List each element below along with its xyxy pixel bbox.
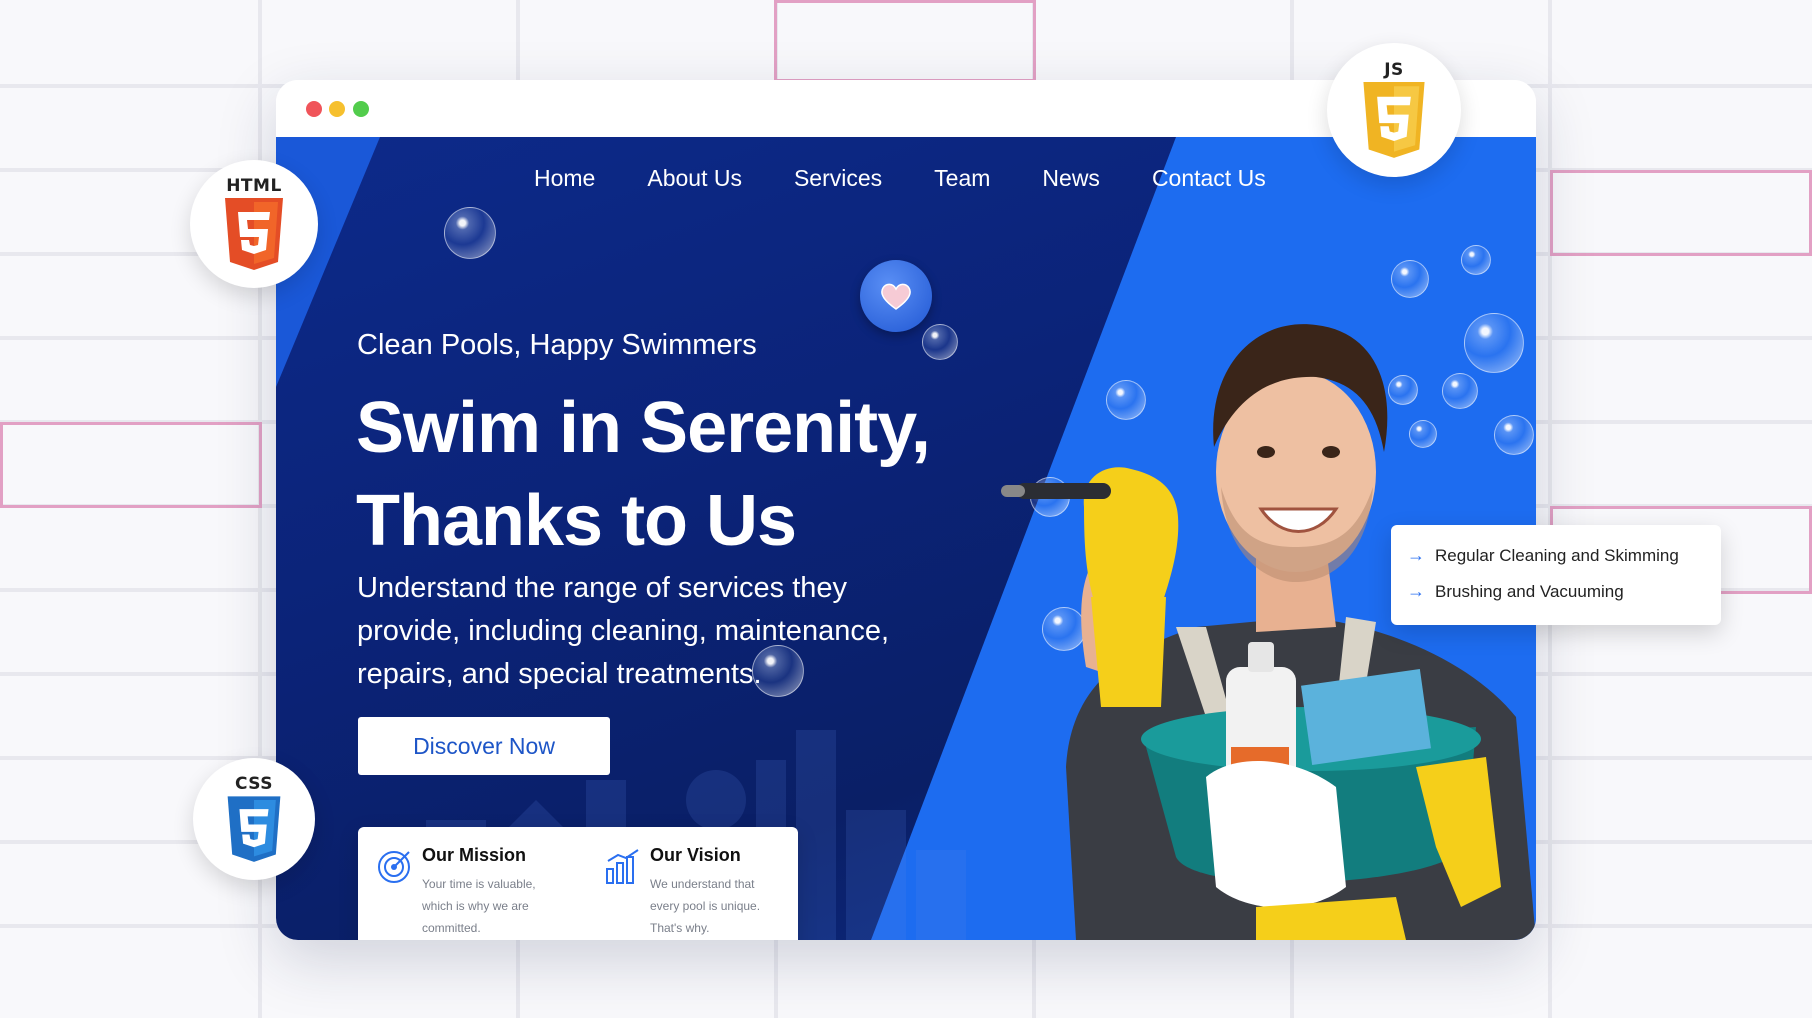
- mission-text: Your time is valuable, which is why we a…: [422, 877, 536, 935]
- mission-vision-card: Our Mission Your time is valuable, which…: [358, 827, 798, 940]
- discover-now-button[interactable]: Discover Now: [358, 717, 610, 775]
- feature-label: Brushing and Vacuuming: [1435, 581, 1624, 601]
- nav-link-news[interactable]: News: [1042, 165, 1100, 192]
- nav-link-home[interactable]: Home: [534, 165, 595, 192]
- services-list-card: → Regular Cleaning and Skimming → Brushi…: [1391, 525, 1721, 625]
- css3-badge: CSS: [193, 758, 315, 880]
- hero-section: Home About Us Services Team News Contact…: [276, 137, 1536, 940]
- target-icon: [378, 851, 410, 883]
- canvas: Home About Us Services Team News Contact…: [0, 0, 1812, 1018]
- hero-headline-line1: Swim in Serenity,: [356, 388, 931, 468]
- html5-badge: HTML: [190, 160, 318, 288]
- browser-window: Home About Us Services Team News Contact…: [276, 80, 1536, 940]
- hero-eyebrow: Clean Pools, Happy Swimmers: [357, 329, 757, 361]
- nav-link-about-us[interactable]: About Us: [647, 165, 742, 192]
- list-item: → Brushing and Vacuuming: [1407, 581, 1624, 602]
- feature-label: Regular Cleaning and Skimming: [1435, 545, 1679, 565]
- nav-link-team[interactable]: Team: [934, 165, 990, 192]
- hero-headline-line2: Thanks to Us: [356, 481, 797, 561]
- bubble-decoration: [444, 207, 496, 259]
- nav-link-contact-us[interactable]: Contact Us: [1152, 165, 1266, 192]
- arrow-right-icon: →: [1407, 545, 1425, 565]
- css3-shield-icon: [227, 796, 281, 862]
- minimize-window-dot[interactable]: [329, 101, 345, 117]
- html-label: HTML: [226, 176, 282, 196]
- close-window-dot[interactable]: [306, 101, 322, 117]
- list-item: → Regular Cleaning and Skimming: [1407, 545, 1679, 566]
- js-badge: JS: [1327, 43, 1461, 177]
- hero-headline: Swim in Serenity, Thanks to Us: [356, 382, 931, 568]
- growth-chart-icon: [606, 849, 639, 884]
- js-shield-icon: [1363, 82, 1425, 158]
- vision-text: We understand that every pool is unique.…: [650, 877, 761, 935]
- arrow-right-icon: →: [1407, 581, 1425, 601]
- css-label: CSS: [234, 774, 273, 794]
- maximize-window-dot[interactable]: [353, 101, 369, 117]
- html5-shield-icon: [225, 198, 283, 270]
- vision-title: Our Vision: [650, 845, 741, 865]
- hero-subtext: Understand the range of services they pr…: [357, 572, 890, 690]
- mission-title: Our Mission: [422, 845, 527, 865]
- nav-link-services[interactable]: Services: [794, 165, 882, 192]
- js-label: JS: [1384, 60, 1404, 80]
- main-navigation: Home About Us Services Team News Contact…: [534, 165, 1318, 192]
